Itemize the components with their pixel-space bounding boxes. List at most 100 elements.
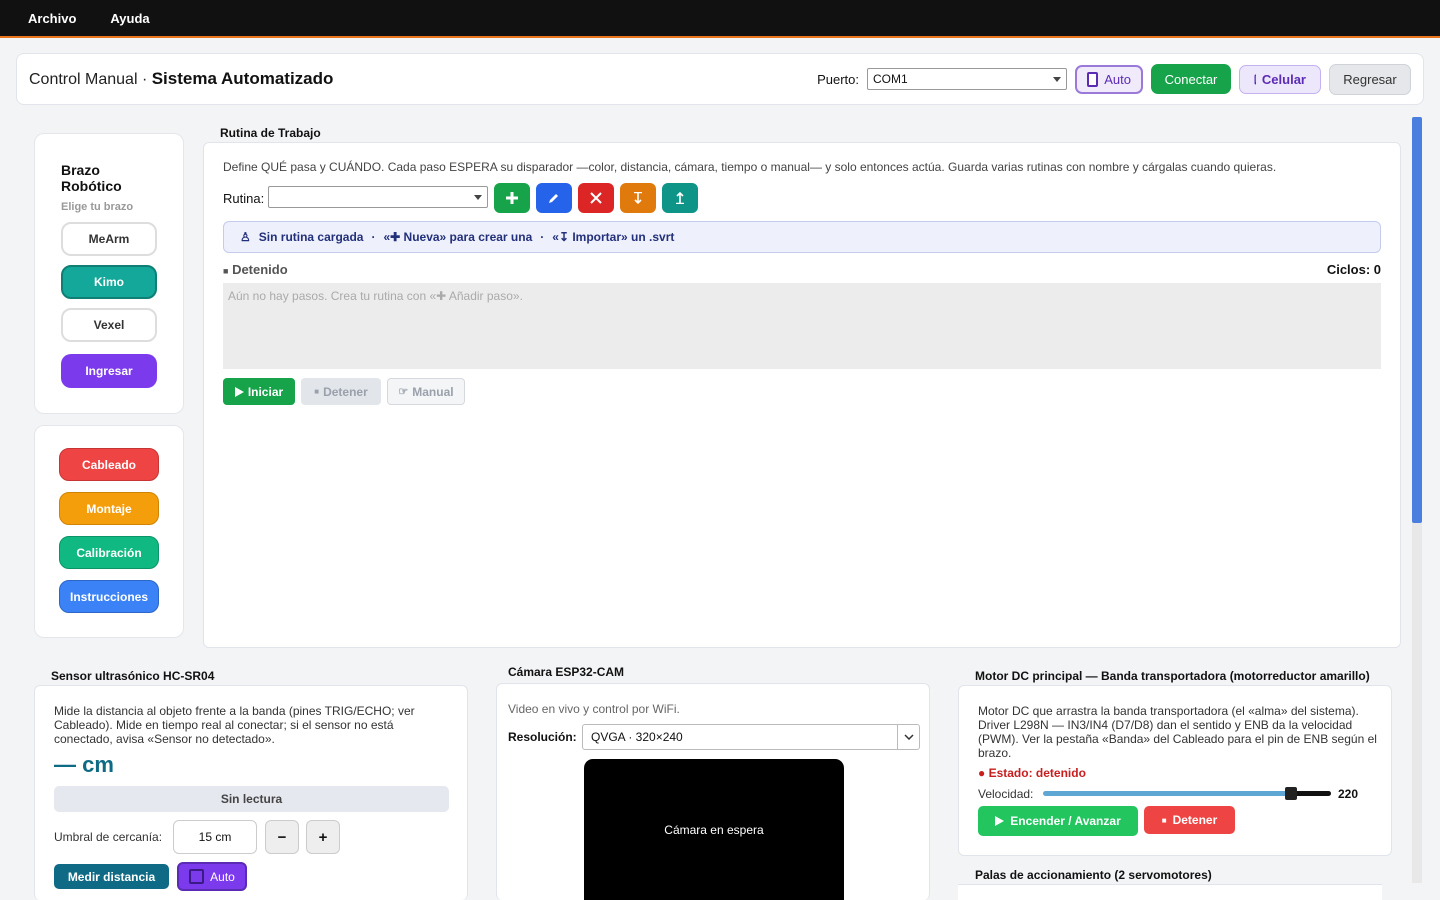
pencil-icon xyxy=(549,194,558,203)
scrollbar-thumb[interactable] xyxy=(1412,117,1422,523)
arm-option-mearm[interactable]: MeArm xyxy=(61,222,157,256)
speed-slider-thumb[interactable] xyxy=(1285,787,1298,800)
port-select[interactable]: COM1 xyxy=(867,68,1067,90)
motor-stop-button[interactable]: ■ Detener xyxy=(1144,806,1235,834)
measure-distance-button[interactable]: Medir distancia xyxy=(54,864,169,889)
routine-state: ■ Detenido xyxy=(223,262,288,277)
arm-panel-title-line1: Brazo xyxy=(61,162,100,178)
stop-button-label: Detener xyxy=(323,384,368,399)
resolution-value: QVGA · 320×240 xyxy=(591,730,683,744)
manual-button[interactable]: ☞ Manual xyxy=(387,378,465,405)
menu-help[interactable]: Ayuda xyxy=(110,11,149,26)
wiring-button[interactable]: Cableado xyxy=(59,448,159,481)
threshold-input[interactable]: 15 cm xyxy=(173,820,257,854)
stop-button[interactable]: ■ Detener xyxy=(301,378,381,405)
speed-slider[interactable] xyxy=(1043,787,1331,800)
page-title: Control Manual · Sistema Automatizado xyxy=(29,69,333,89)
login-button[interactable]: Ingresar xyxy=(61,354,157,388)
empty-steps-text: Aún no hay pasos. Crea tu rutina con «✚ … xyxy=(228,289,523,303)
camera-standby-text: Cámara en espera xyxy=(664,823,764,837)
hand-icon: ☞ xyxy=(398,386,409,398)
import-icon xyxy=(634,192,642,204)
motor-description: Motor DC que arrastra la banda transport… xyxy=(978,704,1377,760)
start-button[interactable]: Iniciar xyxy=(223,378,295,405)
page-title-prefix: Control Manual · xyxy=(29,71,152,88)
routine-state-label: Detenido xyxy=(232,262,288,277)
assembly-button[interactable]: Montaje xyxy=(59,492,159,525)
banner-no-routine: Sin rutina cargada xyxy=(258,230,364,244)
ultrasonic-title: Sensor ultrasónico HC-SR04 xyxy=(51,669,215,683)
threshold-minus-button[interactable]: − xyxy=(265,820,299,854)
motor-title: Motor DC principal — Banda transportador… xyxy=(975,669,1370,683)
banner-separator: · xyxy=(371,230,376,244)
camera-view: Cámara en espera xyxy=(584,759,844,900)
arm-option-kimo[interactable]: Kimo xyxy=(61,265,157,299)
auto-connect-toggle[interactable]: Auto xyxy=(1075,64,1143,94)
instructions-button[interactable]: Instrucciones xyxy=(59,580,159,613)
plus-icon xyxy=(506,192,518,204)
motor-on-label: Encender / Avanzar xyxy=(1010,814,1121,828)
routine-select[interactable] xyxy=(268,186,488,208)
checkbox-icon xyxy=(189,869,205,884)
page-title-main: Sistema Automatizado xyxy=(151,69,334,88)
export-icon xyxy=(676,192,684,204)
auto-measure-label: Auto xyxy=(210,869,235,884)
nav-panel: Cableado Montaje Calibración Instruccion… xyxy=(34,425,184,638)
paddles-card xyxy=(958,884,1382,900)
banner-separator: · xyxy=(540,230,545,244)
banner-import-hint: «↧ Importar» un .svrt xyxy=(552,230,675,244)
motor-state: ● Estado: detenido xyxy=(978,766,1086,780)
arm-selector-panel: Brazo Robótico Elige tu brazo MeArm Kimo… xyxy=(34,133,184,414)
routine-description: Define QUÉ pasa y CUÁNDO. Cada paso ESPE… xyxy=(223,160,1277,174)
phone-button[interactable]: Celular xyxy=(1239,64,1321,94)
routine-panel: Define QUÉ pasa y CUÁNDO. Cada paso ESPE… xyxy=(203,142,1401,648)
camera-card: Video en vivo y control por WiFi. Resolu… xyxy=(496,683,930,900)
routine-select-label: Rutina: xyxy=(223,191,265,206)
routine-section-title: Rutina de Trabajo xyxy=(220,126,321,140)
back-button[interactable]: Regresar xyxy=(1329,63,1411,95)
stop-icon: ■ xyxy=(314,387,320,396)
auto-connect-label: Auto xyxy=(1104,71,1131,87)
manual-button-label: Manual xyxy=(412,384,454,399)
auto-measure-toggle[interactable]: Auto xyxy=(177,862,247,891)
import-routine-button[interactable] xyxy=(620,183,656,213)
motor-on-button[interactable]: Encender / Avanzar xyxy=(978,806,1138,836)
arm-panel-title-line2: Robótico xyxy=(61,178,122,194)
edit-routine-button[interactable] xyxy=(536,183,572,213)
distance-reading: — cm xyxy=(54,752,114,777)
threshold-label: Umbral de cercanía: xyxy=(54,830,163,844)
export-routine-button[interactable] xyxy=(662,183,698,213)
port-label: Puerto: xyxy=(817,71,859,87)
menu-bar: Archivo Ayuda xyxy=(0,0,1440,38)
chevron-down-icon xyxy=(897,725,919,749)
stop-icon: ■ xyxy=(1161,815,1167,825)
speed-value: 220 xyxy=(1338,787,1359,801)
arm-option-vexel[interactable]: Vexel xyxy=(61,308,157,342)
menu-file[interactable]: Archivo xyxy=(28,11,76,26)
play-icon xyxy=(995,816,1005,826)
steps-list: Aún no hay pasos. Crea tu rutina con «✚ … xyxy=(223,283,1381,369)
play-icon xyxy=(234,386,244,397)
new-routine-button[interactable] xyxy=(494,183,530,213)
connect-button[interactable]: Conectar xyxy=(1151,64,1231,94)
phone-button-label: Celular xyxy=(1261,71,1306,87)
checkbox-icon xyxy=(1087,71,1099,87)
calibration-button[interactable]: Calibración xyxy=(59,536,159,569)
routine-banner: ♙ Sin rutina cargada · «✚ Nueva» para cr… xyxy=(223,221,1381,253)
page-scrollbar[interactable] xyxy=(1412,117,1422,883)
speed-slider-rest xyxy=(1291,791,1331,796)
phone-icon xyxy=(1254,74,1256,84)
chevron-down-icon xyxy=(1053,76,1061,82)
camera-title: Cámara ESP32-CAM xyxy=(508,665,625,679)
motor-stop-label: Detener xyxy=(1172,813,1218,827)
motor-card: Motor DC que arrastra la banda transport… xyxy=(958,685,1392,856)
robot-icon: ♙ xyxy=(240,230,251,244)
delete-routine-button[interactable] xyxy=(578,183,614,213)
threshold-plus-button[interactable]: + xyxy=(306,820,340,854)
resolution-label: Resolución: xyxy=(508,730,577,744)
close-icon xyxy=(590,192,602,204)
cycle-counter: Ciclos: 0 xyxy=(1326,262,1381,277)
banner-new-hint: «✚ Nueva» para crear una xyxy=(383,230,533,244)
resolution-select[interactable]: QVGA · 320×240 xyxy=(582,724,920,750)
speed-label: Velocidad: xyxy=(978,787,1034,801)
